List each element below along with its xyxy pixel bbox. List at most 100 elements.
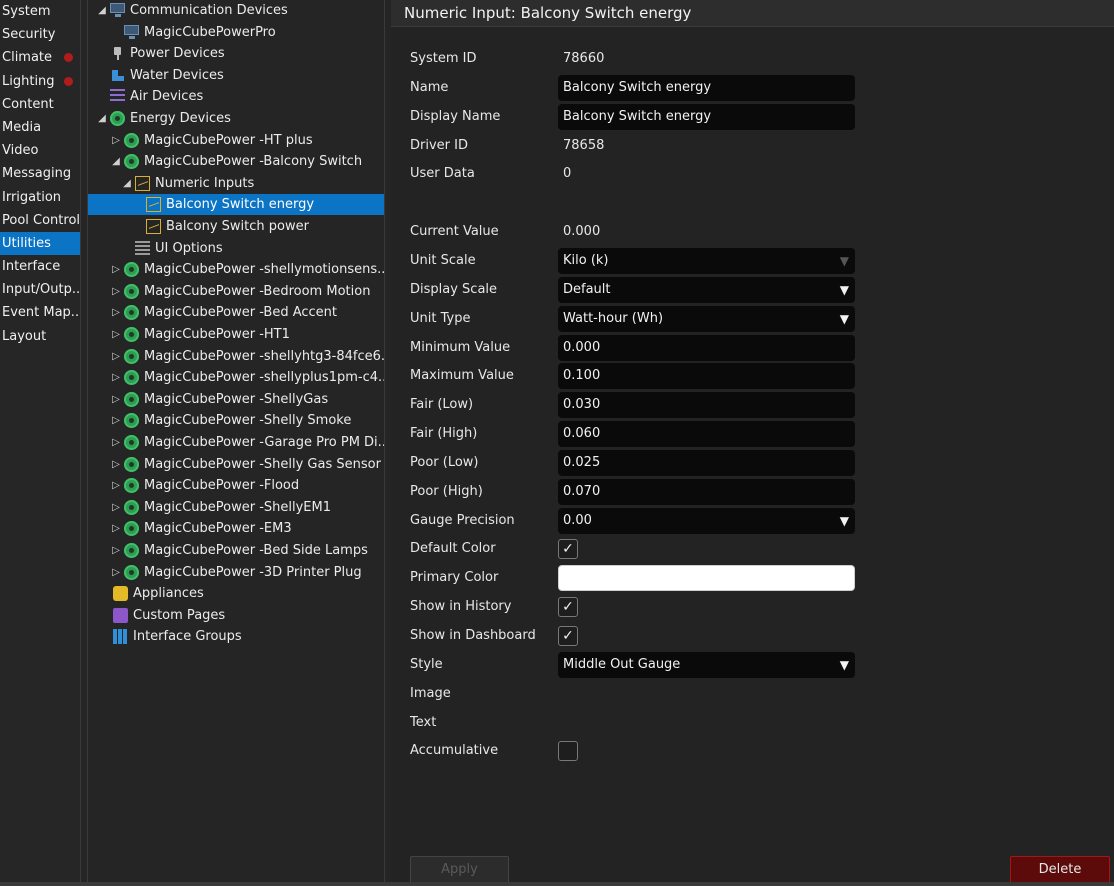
nav-item-irrigation[interactable]: Irrigation — [0, 186, 80, 209]
expand-arrow-icon[interactable]: ◢ — [96, 108, 108, 129]
tree-item[interactable]: ▷ MagicCubePower -3D Printer Plug — [88, 562, 384, 583]
show-in-history-checkbox[interactable]: ✓ — [558, 597, 578, 618]
field-label: Fair (Low) — [410, 397, 474, 413]
tree-item[interactable]: ▷ MagicCubePower -Bed Side Lamps — [88, 540, 384, 561]
primary-color-swatch[interactable] — [558, 565, 855, 592]
tree-item[interactable]: ▷ MagicCubePower -ShellyGas — [88, 389, 384, 410]
tree-item[interactable]: ▷ MagicCubePower -EM3 — [88, 518, 384, 539]
tree-item[interactable]: ◢ MagicCubePower -Balcony Switch — [88, 151, 384, 172]
tree-item[interactable]: Appliances — [88, 583, 384, 604]
device-tree[interactable]: ◢ Communication Devices MagicCubePowerPro P… — [87, 0, 385, 882]
collapse-arrow-icon[interactable]: ▷ — [110, 540, 122, 561]
nav-item-system[interactable]: System — [0, 0, 80, 23]
nav-item-lighting[interactable]: Lighting — [0, 70, 80, 93]
tree-item[interactable]: ◢ Numeric Inputs — [88, 173, 384, 194]
tree-item[interactable]: MagicCubePowerPro — [88, 22, 384, 43]
tree-item[interactable]: ▷ MagicCubePower -ShellyEM1 — [88, 497, 384, 518]
tree-item[interactable]: Water Devices — [88, 65, 384, 86]
fair-low-input[interactable]: 0.030 — [558, 392, 855, 419]
nav-item-input-outp[interactable]: Input/Outp... — [0, 278, 80, 301]
expand-arrow-icon[interactable]: ◢ — [96, 0, 108, 21]
tree-item[interactable]: ▷ MagicCubePower -Garage Pro PM Di... — [88, 432, 384, 453]
collapse-arrow-icon[interactable]: ▷ — [110, 432, 122, 453]
collapse-arrow-icon[interactable]: ▷ — [110, 410, 122, 431]
unit-type-dropdown[interactable]: Watt-hour (Wh) ▼ — [558, 305, 855, 332]
show-in-dashboard-checkbox[interactable]: ✓ — [558, 626, 578, 646]
tree-item[interactable]: ▷ MagicCubePower -Bed Accent — [88, 302, 384, 323]
minimum-value-input[interactable]: 0.000 — [558, 334, 855, 361]
gear-icon — [124, 564, 139, 580]
collapse-arrow-icon[interactable]: ▷ — [110, 518, 122, 539]
tree-item[interactable]: Power Devices — [88, 43, 384, 64]
nav-item-messaging[interactable]: Messaging — [0, 162, 80, 185]
gear-icon — [124, 456, 139, 472]
nav-item-video[interactable]: Video — [0, 139, 80, 162]
tree-item[interactable]: Balcony Switch power — [88, 216, 384, 237]
accumulative-checkbox[interactable] — [558, 741, 578, 762]
apply-button[interactable]: Apply — [410, 856, 509, 884]
collapse-arrow-icon[interactable]: ▷ — [110, 562, 122, 583]
collapse-arrow-icon[interactable]: ▷ — [110, 454, 122, 475]
tree-item[interactable]: ▷ MagicCubePower -shellyplus1pm-c4... — [88, 367, 384, 388]
nav-item-pool-control[interactable]: Pool Control — [0, 209, 80, 232]
nav-item-content[interactable]: Content — [0, 93, 80, 116]
nav-item-media[interactable]: Media — [0, 116, 80, 139]
nav-item-layout[interactable]: Layout — [0, 325, 80, 348]
collapse-arrow-icon[interactable]: ▷ — [110, 497, 122, 518]
field-current-value: Current Value 0.000 — [410, 218, 1110, 247]
collapse-arrow-icon[interactable]: ▷ — [110, 259, 122, 280]
tree-item-label: Balcony Switch power — [166, 219, 309, 234]
poor-high-input[interactable]: 0.070 — [558, 478, 855, 505]
style-dropdown[interactable]: Middle Out Gauge ▼ — [558, 651, 855, 678]
tree-item[interactable]: Balcony Switch energy — [88, 194, 384, 216]
nav-item-security[interactable]: Security — [0, 23, 80, 46]
tree-item[interactable]: ▷ MagicCubePower -Shelly Smoke — [88, 410, 384, 431]
expand-arrow-icon[interactable]: ◢ — [121, 173, 133, 194]
display-scale-dropdown[interactable]: Default ▼ — [558, 276, 855, 303]
tree-item[interactable]: ▷ MagicCubePower -HT1 — [88, 324, 384, 345]
nav-item-label: Interface — [2, 259, 61, 275]
nav-item-utilities[interactable]: Utilities — [0, 231, 80, 256]
expand-arrow-icon[interactable]: ◢ — [110, 151, 122, 172]
collapse-arrow-icon[interactable]: ▷ — [110, 302, 122, 323]
tree-item[interactable]: ▷ MagicCubePower -shellymotionsens... — [88, 259, 384, 280]
user-data-value: 0 — [563, 166, 572, 182]
tree-item[interactable]: ◢ Communication Devices — [88, 0, 384, 21]
field-text: Text — [410, 709, 1110, 738]
tree-item[interactable]: Interface Groups — [88, 626, 384, 647]
tree-item[interactable]: ▷ MagicCubePower -Flood — [88, 475, 384, 496]
nav-item-event-map[interactable]: Event Map... — [0, 301, 80, 324]
tree-item[interactable]: ▷ MagicCubePower -shellyhtg3-84fce6... — [88, 346, 384, 367]
tree-item[interactable]: UI Options — [88, 238, 384, 259]
tree-item-label: Water Devices — [130, 67, 224, 83]
poor-low-input[interactable]: 0.025 — [558, 449, 855, 476]
tree-item[interactable]: ▷ MagicCubePower -Shelly Gas Sensor — [88, 454, 384, 475]
gear-icon — [124, 499, 139, 515]
delete-button[interactable]: Delete — [1010, 856, 1110, 884]
collapse-arrow-icon[interactable]: ▷ — [110, 324, 122, 345]
display-name-input[interactable]: Balcony Switch energy — [558, 103, 855, 130]
gauge-precision-dropdown[interactable]: 0.00 ▼ — [558, 507, 855, 534]
default-color-checkbox[interactable]: ✓ — [558, 539, 578, 560]
collapse-arrow-icon[interactable]: ▷ — [110, 475, 122, 496]
collapse-arrow-icon[interactable]: ▷ — [110, 346, 122, 367]
tree-item[interactable]: Custom Pages — [88, 605, 384, 626]
nav-item-label: Pool Control — [2, 212, 80, 228]
tree-item[interactable]: ▷ MagicCubePower -Bedroom Motion — [88, 281, 384, 302]
nav-item-climate[interactable]: Climate — [0, 46, 80, 69]
gear-icon — [124, 413, 139, 429]
nav-item-interface[interactable]: Interface — [0, 255, 80, 278]
collapse-arrow-icon[interactable]: ▷ — [110, 281, 122, 302]
field-system-id: System ID 78660 — [410, 45, 1110, 74]
gear-icon — [124, 327, 139, 342]
collapse-arrow-icon[interactable]: ▷ — [110, 367, 122, 388]
fair-high-input[interactable]: 0.060 — [558, 421, 855, 448]
collapse-arrow-icon[interactable]: ▷ — [110, 130, 122, 151]
tree-item[interactable]: Air Devices — [88, 86, 384, 107]
bottom-scrollbar[interactable] — [0, 882, 1114, 886]
name-input[interactable]: Balcony Switch energy — [558, 74, 855, 101]
tree-item[interactable]: ◢ Energy Devices — [88, 108, 384, 129]
collapse-arrow-icon[interactable]: ▷ — [110, 389, 122, 410]
maximum-value-input[interactable]: 0.100 — [558, 363, 855, 390]
tree-item[interactable]: ▷ MagicCubePower -HT plus — [88, 130, 384, 151]
